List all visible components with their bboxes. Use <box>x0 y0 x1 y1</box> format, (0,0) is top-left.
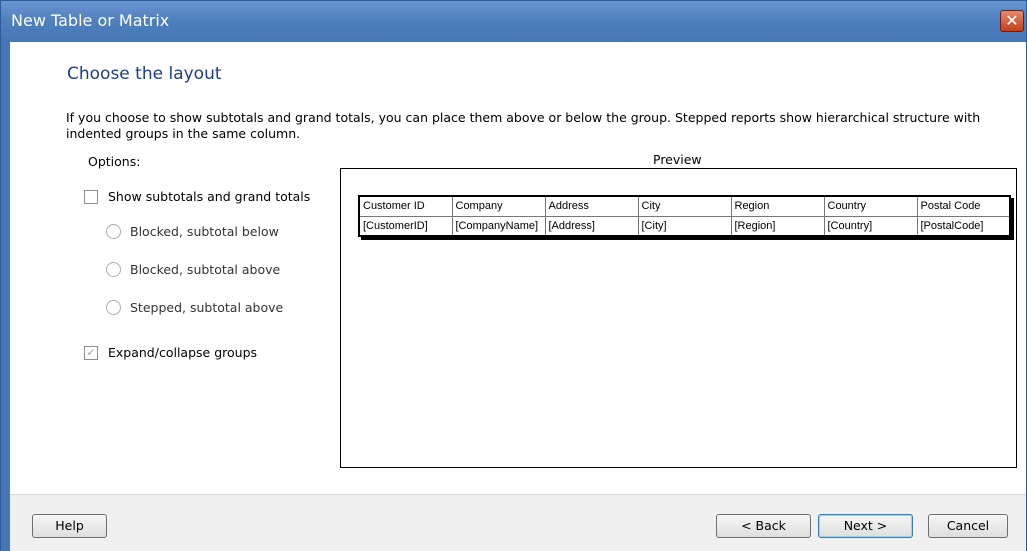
preview-data-cell: [Address] <box>544 215 639 237</box>
page-description: If you choose to show subtotals and gran… <box>66 110 981 141</box>
show-subtotals-checkbox[interactable] <box>84 190 98 204</box>
dialog-footer: Help < Back Next > Cancel <box>10 494 1026 551</box>
preview-table: Customer ID Company Address City Region … <box>358 195 1011 237</box>
window-left-border <box>1 42 10 551</box>
preview-header-cell: City <box>637 195 732 217</box>
preview-header-cell: Address <box>544 195 639 217</box>
preview-header-cell: Customer ID <box>358 195 453 217</box>
preview-header-cell: Company <box>451 195 546 217</box>
preview-header-cell: Region <box>730 195 825 217</box>
title-bar[interactable]: New Table or Matrix ✕ <box>1 1 1026 42</box>
blocked-subtotal-below-label: Blocked, subtotal below <box>130 224 279 239</box>
cancel-button[interactable]: Cancel <box>928 514 1008 538</box>
preview-header-cell: Country <box>823 195 918 217</box>
blocked-subtotal-above-label: Blocked, subtotal above <box>130 262 281 277</box>
preview-data-cell: [Region] <box>730 215 825 237</box>
dialog-content: Choose the layout If you choose to show … <box>10 42 1026 551</box>
preview-data-row: [CustomerID] [CompanyName] [Address] [Ci… <box>358 215 1011 237</box>
blocked-subtotal-above-radio[interactable] <box>106 262 121 277</box>
preview-data-cell: [CustomerID] <box>358 215 453 237</box>
preview-data-cell: [PostalCode] <box>916 215 1011 237</box>
window-title: New Table or Matrix <box>11 11 170 30</box>
help-button[interactable]: Help <box>32 514 107 538</box>
dialog-window: New Table or Matrix ✕ Choose the layout … <box>0 0 1027 551</box>
preview-data-cell: [CompanyName] <box>451 215 546 237</box>
blocked-subtotal-below-radio[interactable] <box>106 224 121 239</box>
preview-data-cell: [City] <box>637 215 732 237</box>
next-button[interactable]: Next > <box>818 514 913 538</box>
preview-header-row: Customer ID Company Address City Region … <box>358 195 1011 217</box>
close-icon[interactable]: ✕ <box>1000 10 1024 32</box>
expand-collapse-label: Expand/collapse groups <box>108 345 258 360</box>
back-button[interactable]: < Back <box>716 514 811 538</box>
stepped-subtotal-above-label: Stepped, subtotal above <box>130 300 284 315</box>
preview-panel: Customer ID Company Address City Region … <box>340 168 1017 468</box>
page-title: Choose the layout <box>67 64 222 84</box>
stepped-subtotal-above-radio[interactable] <box>106 300 121 315</box>
preview-data-cell: [Country] <box>823 215 918 237</box>
preview-header-cell: Postal Code <box>916 195 1011 217</box>
expand-collapse-checkbox[interactable]: ✓ <box>84 346 98 360</box>
show-subtotals-label: Show subtotals and grand totals <box>108 189 311 204</box>
options-label: Options: <box>88 154 141 169</box>
preview-label: Preview <box>653 152 702 167</box>
